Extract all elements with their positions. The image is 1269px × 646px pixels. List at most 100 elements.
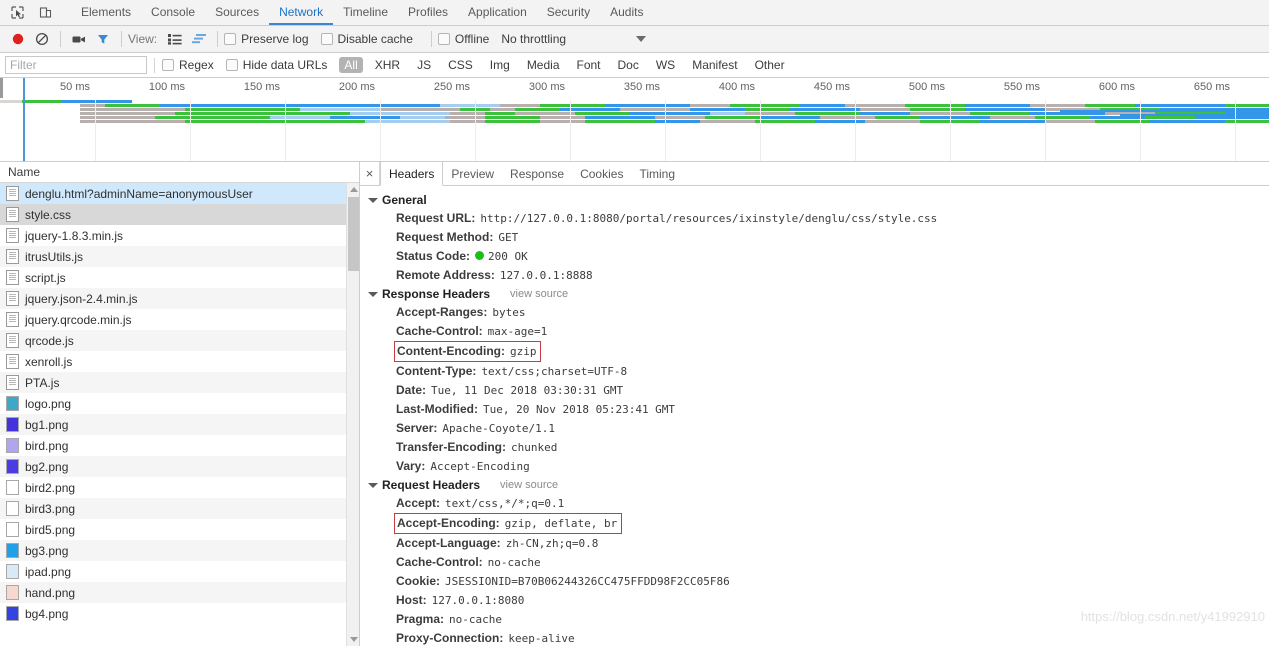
request-list-item[interactable]: bird.png <box>0 435 359 456</box>
request-list-item[interactable]: jquery-1.8.3.min.js <box>0 225 359 246</box>
scroll-up-arrow-icon[interactable] <box>347 183 360 196</box>
preserve-log-checkbox[interactable]: Preserve log <box>224 32 309 46</box>
tab-profiles[interactable]: Profiles <box>398 0 458 25</box>
header-row: Accept: text/css,*/*;q=0.1 <box>368 494 1269 513</box>
header-row: Date: Tue, 11 Dec 2018 03:30:31 GMT <box>368 381 1269 400</box>
filter-type-img[interactable]: Img <box>485 57 515 73</box>
view-source-link[interactable]: view source <box>510 288 568 300</box>
column-header-name: Name <box>8 165 41 179</box>
filter-type-other[interactable]: Other <box>750 57 790 73</box>
throttling-select[interactable]: No throttling <box>501 32 647 46</box>
request-list-item[interactable]: bg3.png <box>0 540 359 561</box>
header-row: Accept-Language: zh-CN,zh;q=0.8 <box>368 534 1269 553</box>
request-list-item[interactable]: PTA.js <box>0 372 359 393</box>
filter-type-ws[interactable]: WS <box>651 57 680 73</box>
scroll-down-arrow-icon[interactable] <box>347 633 360 646</box>
list-view-icon[interactable] <box>163 28 187 50</box>
network-overview[interactable]: 50 ms 100 ms 150 ms 200 ms 250 ms 300 ms 350 m… <box>0 78 1269 162</box>
tab-audits[interactable]: Audits <box>600 0 653 25</box>
request-list-item[interactable]: denglu.html?adminName=anonymousUser <box>0 183 359 204</box>
overview-tick-label: 250 ms <box>433 81 470 93</box>
request-list-item[interactable]: logo.png <box>0 393 359 414</box>
request-list-item[interactable]: hand.png <box>0 582 359 603</box>
tab-elements[interactable]: Elements <box>71 0 141 25</box>
request-list-item[interactable]: jquery.qrcode.min.js <box>0 309 359 330</box>
request-list-item[interactable]: script.js <box>0 267 359 288</box>
filter-type-doc[interactable]: Doc <box>613 57 644 73</box>
filter-type-font[interactable]: Font <box>572 57 606 73</box>
tab-application[interactable]: Application <box>458 0 537 25</box>
overview-bar-segment <box>160 104 440 107</box>
request-list-item[interactable]: jquery.json-2.4.min.js <box>0 288 359 309</box>
request-list-item[interactable]: style.css <box>0 204 359 225</box>
view-source-link[interactable]: view source <box>500 479 558 491</box>
request-list-item[interactable]: xenroll.js <box>0 351 359 372</box>
funnel-icon[interactable] <box>91 28 115 50</box>
request-list-item[interactable]: itrusUtils.js <box>0 246 359 267</box>
network-toolbar: View: Preserve log Disable cache Offline… <box>0 26 1269 53</box>
tab-headers[interactable]: Headers <box>380 162 444 186</box>
request-list-header[interactable]: Name <box>0 162 359 183</box>
filter-type-css[interactable]: CSS <box>443 57 478 73</box>
tab-console[interactable]: Console <box>141 0 205 25</box>
overview-tick-label: 500 ms <box>908 81 945 93</box>
overview-bar-segment <box>755 120 815 123</box>
header-row: Transfer-Encoding: chunked <box>368 438 1269 457</box>
tab-timeline[interactable]: Timeline <box>333 0 398 25</box>
request-list-scrollbar[interactable] <box>346 183 359 646</box>
section-header-request-headers[interactable]: Request Headers view source <box>368 476 1269 494</box>
header-value: http://127.0.0.1:8080/portal/resources/i… <box>480 212 938 225</box>
tab-cookies[interactable]: Cookies <box>572 162 631 185</box>
section-header-general[interactable]: General <box>368 191 1269 209</box>
section-header-response-headers[interactable]: Response Headers view source <box>368 285 1269 303</box>
filter-type-media[interactable]: Media <box>522 57 565 73</box>
overview-bar-segment <box>485 112 515 115</box>
request-list-item[interactable]: bird5.png <box>0 519 359 540</box>
tab-preview[interactable]: Preview <box>443 162 502 185</box>
regex-checkbox[interactable]: Regex <box>162 58 214 72</box>
detail-tab-label: Response <box>510 166 565 181</box>
header-row: Proxy-Connection: keep-alive <box>368 629 1269 646</box>
filter-input[interactable] <box>5 56 147 74</box>
close-icon[interactable]: × <box>360 162 380 185</box>
record-icon[interactable] <box>6 28 30 50</box>
request-list-item[interactable]: bg1.png <box>0 414 359 435</box>
filter-type-xhr[interactable]: XHR <box>370 57 405 73</box>
overview-bar-segment <box>445 116 485 119</box>
header-row: Cookie: JSESSIONID=B70B06244326CC475FFDD9… <box>368 572 1269 591</box>
hide-data-urls-checkbox[interactable]: Hide data URLs <box>225 58 327 72</box>
header-value: no-cache <box>449 613 503 626</box>
tab-sources[interactable]: Sources <box>205 0 269 25</box>
request-list-item[interactable]: bird2.png <box>0 477 359 498</box>
inspect-element-icon[interactable] <box>4 1 30 25</box>
camera-icon[interactable] <box>67 28 91 50</box>
request-list-item[interactable]: bird3.png <box>0 498 359 519</box>
document-file-icon <box>6 375 19 390</box>
tab-network[interactable]: Network <box>269 0 334 25</box>
tab-timing[interactable]: Timing <box>631 162 683 185</box>
overview-bar-segment <box>655 116 705 119</box>
overview-tick-label: 100 ms <box>148 81 185 93</box>
device-toolbar-icon[interactable] <box>32 1 58 25</box>
header-row: Request Method: GET <box>368 228 1269 247</box>
scrollbar-thumb[interactable] <box>348 197 359 271</box>
header-value: Tue, 11 Dec 2018 03:30:31 GMT <box>431 384 624 397</box>
overview-window-divider[interactable] <box>23 78 25 161</box>
request-list-item[interactable]: bg4.png <box>0 603 359 624</box>
offline-checkbox[interactable]: Offline <box>437 32 489 46</box>
tab-response[interactable]: Response <box>502 162 572 185</box>
overview-bar-segment <box>705 116 760 119</box>
request-list-item[interactable]: ipad.png <box>0 561 359 582</box>
filter-type-js[interactable]: JS <box>412 57 436 73</box>
filter-type-all[interactable]: All <box>339 57 363 73</box>
overview-bar-segment <box>0 100 22 103</box>
request-list-item[interactable]: bg2.png <box>0 456 359 477</box>
filter-type-manifest[interactable]: Manifest <box>687 57 742 73</box>
clear-icon[interactable] <box>30 28 54 50</box>
disable-cache-checkbox[interactable]: Disable cache <box>320 32 413 46</box>
request-list-item[interactable]: qrcode.js <box>0 330 359 351</box>
view-label: View: <box>128 32 158 46</box>
request-list[interactable]: denglu.html?adminName=anonymousUser style… <box>0 183 359 646</box>
tab-security[interactable]: Security <box>537 0 600 25</box>
waterfall-view-icon[interactable] <box>187 28 211 50</box>
